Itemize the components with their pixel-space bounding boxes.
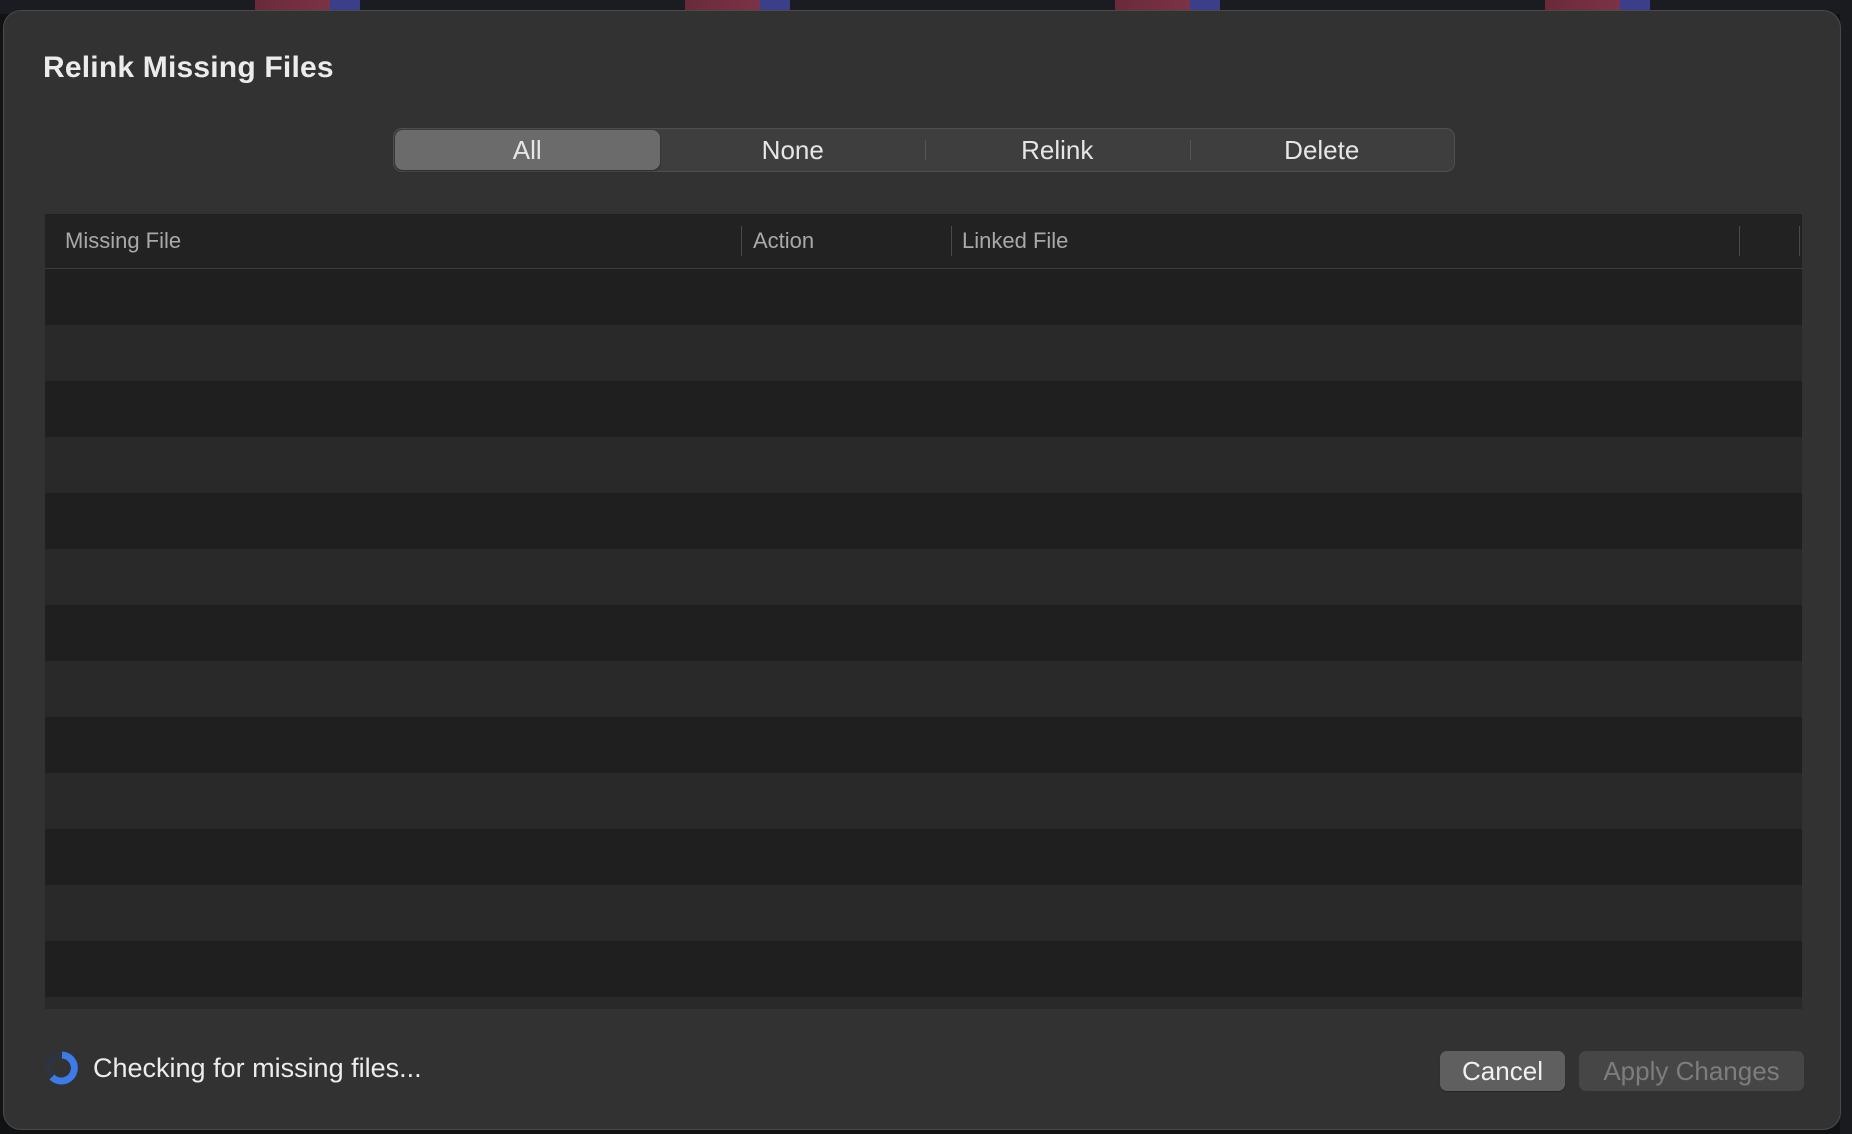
missing-files-table: Missing File Action Linked File	[45, 214, 1802, 1009]
table-row	[45, 829, 1802, 885]
status-text: Checking for missing files...	[93, 1052, 422, 1083]
background-app-edge	[1840, 0, 1852, 1134]
table-row	[45, 325, 1802, 381]
table-row	[45, 381, 1802, 437]
table-row	[45, 269, 1802, 325]
segment-relink[interactable]: Relink	[925, 129, 1190, 171]
table-body	[45, 269, 1802, 1009]
table-header: Missing File Action Linked File	[45, 214, 1802, 269]
table-row	[45, 549, 1802, 605]
column-divider[interactable]	[1739, 226, 1740, 256]
table-row	[45, 773, 1802, 829]
status-bar: Checking for missing files...	[45, 1051, 422, 1085]
column-divider[interactable]	[951, 226, 952, 256]
column-divider	[1799, 226, 1800, 256]
column-header-missing-file[interactable]: Missing File	[65, 214, 181, 268]
cancel-button[interactable]: Cancel	[1440, 1051, 1565, 1091]
relink-missing-files-dialog: Relink Missing Files All None Relink Del…	[3, 10, 1841, 1130]
table-row	[45, 941, 1802, 997]
column-header-action[interactable]: Action	[753, 214, 814, 268]
column-header-linked-file[interactable]: Linked File	[962, 214, 1068, 268]
apply-changes-button[interactable]: Apply Changes	[1579, 1051, 1804, 1091]
selection-segmented-control: All None Relink Delete	[393, 128, 1455, 172]
spinner-icon	[45, 1051, 79, 1085]
segment-all[interactable]: All	[395, 130, 660, 170]
table-row	[45, 493, 1802, 549]
dialog-title: Relink Missing Files	[43, 51, 334, 84]
segment-none[interactable]: None	[661, 129, 926, 171]
column-divider[interactable]	[741, 226, 742, 256]
table-row	[45, 437, 1802, 493]
table-row	[45, 661, 1802, 717]
table-row	[45, 605, 1802, 661]
table-row	[45, 885, 1802, 941]
table-row	[45, 717, 1802, 773]
segment-delete[interactable]: Delete	[1189, 129, 1455, 171]
table-row	[45, 997, 1802, 1009]
